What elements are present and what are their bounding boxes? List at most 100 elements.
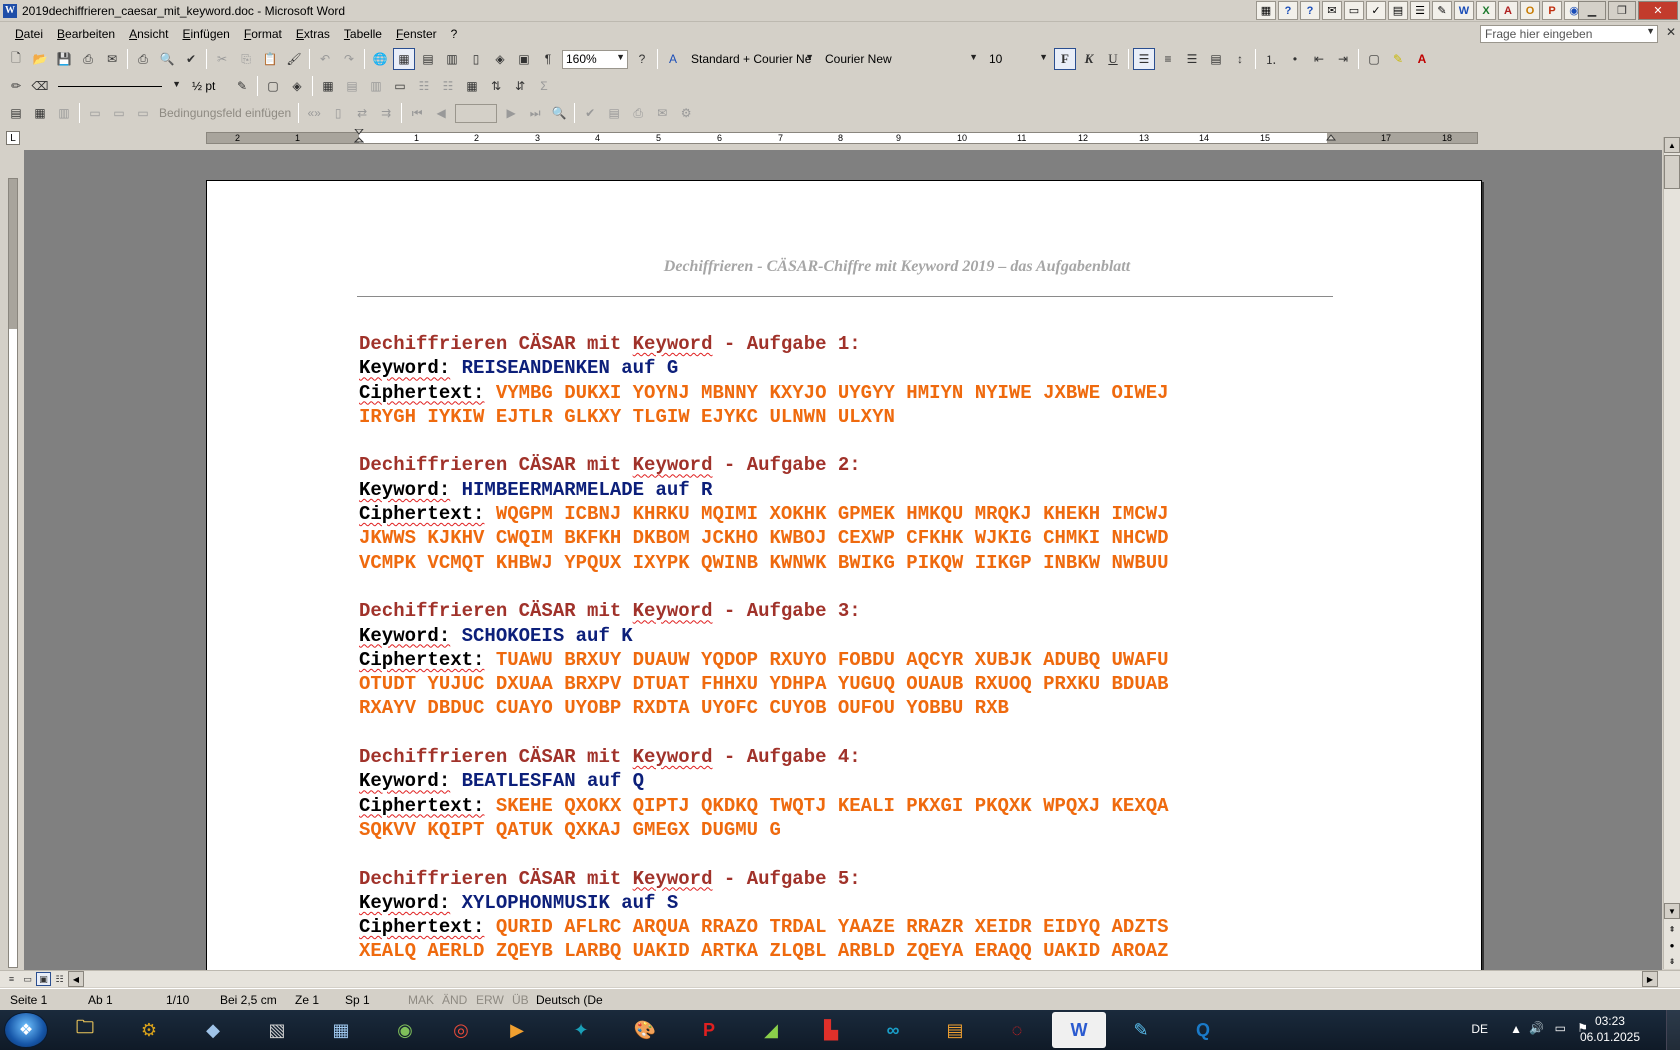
outside-border-icon[interactable]: ▢	[262, 75, 284, 97]
menu-ansicht[interactable]: Ansicht	[122, 27, 175, 41]
paint-app-icon[interactable]: 🎨	[618, 1012, 672, 1048]
restore-icon[interactable]: ❐	[1608, 1, 1636, 20]
bold-button[interactable]: F	[1054, 48, 1076, 70]
menu-format[interactable]: Format	[237, 27, 289, 41]
explorer-icon[interactable]: 🗀	[58, 1012, 112, 1048]
hyperlink-icon[interactable]: 🌐	[369, 48, 391, 70]
help-icon-2[interactable]: ?	[1300, 1, 1320, 20]
word-taskbar-icon[interactable]: W	[1052, 1012, 1106, 1048]
help-icon[interactable]: ?	[1278, 1, 1298, 20]
lifebuoy-app-icon[interactable]: ◌	[990, 1012, 1044, 1048]
match-fields-icon[interactable]: ⇄	[351, 102, 373, 124]
q-app-icon[interactable]: Q	[1176, 1012, 1230, 1048]
chrome-icon[interactable]: ◎	[434, 1012, 488, 1048]
line-width-select[interactable]: ½ pt	[188, 77, 228, 96]
next-page-icon[interactable]: ⇟	[1664, 953, 1680, 969]
globe-app-icon[interactable]: ◉	[378, 1012, 432, 1048]
p-app-icon[interactable]: P	[682, 1012, 736, 1048]
document-close-icon[interactable]: ✕	[1666, 25, 1676, 39]
show-desktop-button[interactable]	[1666, 1010, 1680, 1050]
print-icon[interactable]: ⎙	[132, 48, 154, 70]
tool-app-icon[interactable]: ▙	[804, 1012, 858, 1048]
menu-einfuegen[interactable]: Einfügen	[175, 27, 236, 41]
check-icon[interactable]: ✓	[1366, 1, 1386, 20]
save-icon[interactable]: 💾	[53, 48, 75, 70]
font-select[interactable]: Courier New ▼	[821, 50, 981, 69]
arduino-icon[interactable]: ∞	[866, 1012, 920, 1048]
status-overtype[interactable]: ÜB	[512, 993, 529, 1007]
merge-to-printer-icon[interactable]: ⎙	[627, 102, 649, 124]
minimize-icon[interactable]: ▁	[1578, 1, 1606, 20]
status-extend[interactable]: ERW	[476, 993, 504, 1007]
open-folder-icon[interactable]: 📂	[29, 48, 51, 70]
document-map-icon[interactable]: ▣	[513, 48, 535, 70]
recipients-icon[interactable]: ▥	[53, 102, 75, 124]
star-app-icon[interactable]: ✦	[554, 1012, 608, 1048]
menu-help[interactable]: ?	[444, 27, 465, 41]
record-number-input[interactable]	[455, 103, 498, 123]
insert-greeting-icon[interactable]: ▭	[108, 102, 130, 124]
styles-pane-icon[interactable]: A	[662, 48, 684, 70]
scroll-up-icon[interactable]: ▲	[1664, 137, 1680, 153]
next-record-icon[interactable]: ▶	[500, 102, 522, 124]
word-quick-icon[interactable]: W	[1454, 1, 1474, 20]
chevron-down-icon[interactable]: ▼	[616, 52, 625, 62]
scroll-left-icon[interactable]: ◀	[68, 971, 84, 987]
status-track-changes[interactable]: ÄND	[442, 993, 467, 1007]
zoom-select[interactable]: 160% ▼	[562, 49, 628, 69]
tab-selector-icon[interactable]: L	[6, 131, 20, 145]
task-block[interactable]: Dechiffrieren CÄSAR mit Keyword - Aufgab…	[359, 453, 1339, 574]
volume-icon[interactable]: 🔊	[1529, 1021, 1544, 1035]
chevron-down-icon[interactable]: ▼	[1646, 26, 1655, 36]
table-borders-icon[interactable]: ▦	[393, 48, 415, 70]
view-merged-data-icon[interactable]: «»	[303, 102, 325, 124]
draw-app-icon[interactable]: ✎	[1114, 1012, 1168, 1048]
status-macro-record[interactable]: MAK	[408, 993, 434, 1007]
list-icon[interactable]: ☰	[1410, 1, 1430, 20]
line-spacing-icon[interactable]: ↕	[1229, 48, 1251, 70]
access-icon[interactable]: A	[1498, 1, 1518, 20]
font-size-select[interactable]: 10 ▼	[985, 50, 1051, 69]
align-left-icon[interactable]: ☰	[1133, 48, 1155, 70]
font-color-icon[interactable]: A	[1411, 48, 1433, 70]
table-autoformat-icon[interactable]: ▦	[461, 75, 483, 97]
word-icon[interactable]: W	[3, 3, 17, 18]
propagate-labels-icon[interactable]: ⇉	[375, 102, 397, 124]
menu-bearbeiten[interactable]: Bearbeiten	[50, 27, 122, 41]
right-indent-marker[interactable]	[1326, 129, 1336, 145]
excel-icon[interactable]: X	[1476, 1, 1496, 20]
format-painter-icon[interactable]: 🖌	[283, 48, 305, 70]
previous-record-icon[interactable]: ◀	[430, 102, 452, 124]
mail-icon[interactable]: ✉	[1322, 1, 1342, 20]
main-document-setup-icon[interactable]: ▤	[5, 102, 27, 124]
show-hide-icon[interactable]: ¶	[537, 48, 559, 70]
increase-indent-icon[interactable]: ⇥	[1332, 48, 1354, 70]
previous-page-icon[interactable]: ⇞	[1664, 921, 1680, 937]
highlight-icon[interactable]: ✎	[1387, 48, 1409, 70]
print-preview-icon[interactable]: 🔍	[156, 48, 178, 70]
scroll-right-icon[interactable]: ▶	[1642, 971, 1658, 987]
merge-to-fax-icon[interactable]: ⚙	[675, 102, 697, 124]
last-record-icon[interactable]: ⏭	[524, 102, 546, 124]
spellcheck-icon[interactable]: ✔	[180, 48, 202, 70]
bullets-icon[interactable]: •	[1284, 48, 1306, 70]
help-search-input[interactable]: Frage hier eingeben ▼	[1480, 25, 1658, 43]
style-select[interactable]: Standard + Courier Ne ▼	[687, 50, 817, 69]
email-icon[interactable]: ✉	[101, 48, 123, 70]
browse-object-icon[interactable]: ●	[1664, 937, 1680, 953]
sort-descending-icon[interactable]: ⇵	[509, 75, 531, 97]
chevron-down-icon[interactable]: ▼	[172, 79, 181, 89]
underline-button[interactable]: U	[1102, 48, 1124, 70]
insert-table-icon[interactable]: ▤	[417, 48, 439, 70]
task-list[interactable]: Dechiffrieren CÄSAR mit Keyword - Aufgab…	[359, 332, 1339, 970]
document-page[interactable]: Dechiffrieren - CÄSAR-Chiffre mit Keywor…	[206, 180, 1482, 970]
indent-marker[interactable]	[354, 129, 364, 145]
scroll-thumb[interactable]	[1664, 155, 1680, 189]
new-document-icon[interactable]: 🗋	[5, 48, 27, 70]
find-entry-icon[interactable]: 🔍	[548, 102, 570, 124]
align-center-icon[interactable]: ≡	[1157, 48, 1179, 70]
shading-color-icon[interactable]: ◈	[286, 75, 308, 97]
first-record-icon[interactable]: ⏮	[406, 102, 428, 124]
cut-icon[interactable]: ✂	[211, 48, 233, 70]
permission-icon[interactable]: ⎙	[77, 48, 99, 70]
